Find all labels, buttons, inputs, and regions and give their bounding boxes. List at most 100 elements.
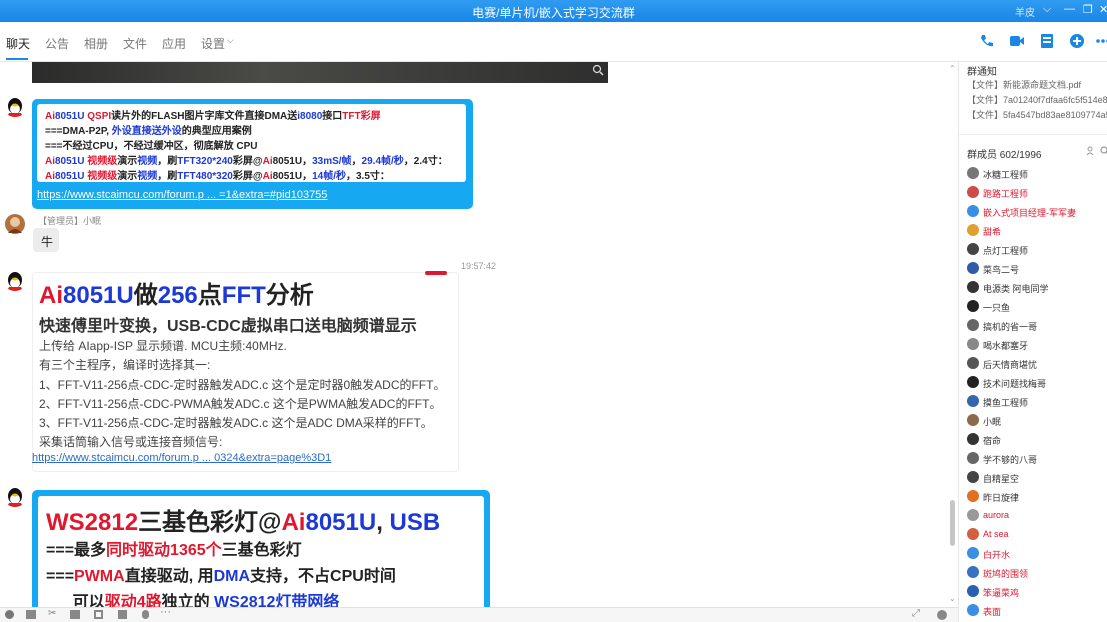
member-avatar xyxy=(967,528,979,540)
screen-share-icon[interactable] xyxy=(1038,32,1056,50)
member-item[interactable]: 表面 xyxy=(967,603,1107,620)
member-item[interactable]: 喝水都塞牙 xyxy=(967,337,1107,354)
gif-icon[interactable] xyxy=(26,610,36,619)
member-avatar xyxy=(967,281,979,293)
zoom-icon[interactable] xyxy=(592,64,604,76)
text-segment: 视频级 xyxy=(87,156,118,167)
tab-album[interactable]: 相册 xyxy=(84,35,108,52)
text-segment: ，刷 xyxy=(157,156,178,167)
member-item[interactable]: 甜希 xyxy=(967,223,1107,240)
chat-scrollbar[interactable]: ⌃ ⌄ xyxy=(948,62,958,607)
expand-icon[interactable]: ⤢ xyxy=(912,608,920,619)
member-item[interactable]: 技术问题找梅哥 xyxy=(967,375,1107,392)
fft-body-line: 有三个主程序，编译时选择其一: xyxy=(39,358,211,372)
image-message-partial[interactable] xyxy=(32,62,608,83)
scroll-up-icon[interactable]: ⌃ xyxy=(949,64,956,73)
tab-chat[interactable]: 聊天 xyxy=(6,35,30,52)
member-name: 甜希 xyxy=(983,227,1002,237)
text-segment: 8051U， xyxy=(272,171,313,182)
restore-icon[interactable]: ❐ xyxy=(1083,3,1093,16)
scrollbar-thumb[interactable] xyxy=(950,500,955,546)
member-item[interactable]: 冰糖工程师 xyxy=(967,166,1107,183)
member-item[interactable]: 跑路工程师 xyxy=(967,185,1107,202)
member-item[interactable]: 搞机的省一哥 xyxy=(967,318,1107,335)
image-message[interactable]: Ai8051U做256点FFT分析 快速傅里叶变换，USB-CDC虚拟串口送电脑… xyxy=(32,271,459,472)
message-bubble[interactable]: Ai8051U QSPI读片外的FLASH图片字库文件直接DMA送i8080接口… xyxy=(32,99,473,209)
emoji-icon[interactable] xyxy=(5,610,14,619)
scroll-down-icon[interactable]: ⌄ xyxy=(949,594,956,603)
promo-line: ===DMA-P2P, 外设直接送外设的典型应用案例 xyxy=(45,122,252,137)
member-item[interactable]: 点灯工程师 xyxy=(967,242,1107,259)
member-avatar xyxy=(967,243,979,255)
file-item[interactable]: 【文件】5fa4547bd83ae8109774a58d... xyxy=(967,108,1107,121)
chevron-down-icon[interactable]: ⌵ xyxy=(227,35,234,46)
member-item[interactable]: 菜鸟二号 xyxy=(967,261,1107,278)
tab-apps[interactable]: 应用 xyxy=(162,35,186,52)
member-item[interactable]: 自精星空 xyxy=(967,470,1107,487)
member-item[interactable]: 昨日旋律 xyxy=(967,489,1107,506)
text-segment: Ai xyxy=(45,156,55,167)
avatar[interactable] xyxy=(4,213,26,235)
member-avatar xyxy=(967,376,979,388)
avatar[interactable] xyxy=(4,96,26,118)
promo-line: ===不经过CPU，不经过缓冲区，彻底解放 CPU xyxy=(45,137,258,152)
search-icon[interactable] xyxy=(1100,146,1107,156)
tab-notice[interactable]: 公告 xyxy=(45,35,69,52)
notice-title: 群通知 xyxy=(967,67,997,78)
tab-settings[interactable]: 设置 xyxy=(201,35,225,52)
file-item[interactable]: 【文件】7a01240f7dfaa6fc5f514e8b5... xyxy=(967,93,1107,106)
member-item[interactable]: 宿命 xyxy=(967,432,1107,449)
avatar[interactable] xyxy=(4,270,26,292)
member-item[interactable]: 嵌入式项目经理-军军妻 xyxy=(967,204,1107,221)
member-item[interactable]: 后天情商堪忧 xyxy=(967,356,1107,373)
chevron-down-icon[interactable]: ⌵ xyxy=(1043,3,1051,16)
member-item[interactable]: 白开水 xyxy=(967,546,1107,563)
video-call-icon[interactable] xyxy=(1008,32,1026,50)
member-item[interactable]: 笨逼菜鸡 xyxy=(967,584,1107,601)
add-icon[interactable] xyxy=(1068,32,1086,50)
member-avatar xyxy=(967,471,979,483)
member-item[interactable]: 斑鸠的围领 xyxy=(967,565,1107,582)
phone-icon[interactable] xyxy=(978,32,996,50)
message-bubble[interactable]: WS2812三基色彩灯@Ai8051U, USB ===最多同时驱动1365个三基… xyxy=(32,490,490,607)
member-item[interactable]: aurora xyxy=(967,508,1107,525)
message-text: 牛 xyxy=(41,235,54,249)
chat-area[interactable]: Ai8051U QSPI读片外的FLASH图片字库文件直接DMA送i8080接口… xyxy=(0,62,958,607)
member-name: 小眠 xyxy=(983,417,1002,427)
text-segment: ===DMA-P2P, xyxy=(45,126,112,137)
member-name: At sea xyxy=(983,529,1009,539)
text-segment: 8051U， xyxy=(272,156,313,167)
member-avatar xyxy=(967,395,979,407)
member-item[interactable]: 一只鱼 xyxy=(967,299,1107,316)
more-tools-icon[interactable]: ··· xyxy=(160,606,171,618)
tab-files[interactable]: 文件 xyxy=(123,35,147,52)
text-segment: 接口 xyxy=(322,111,343,122)
add-member-icon[interactable] xyxy=(1086,146,1096,156)
message-bubble[interactable]: 牛 xyxy=(33,228,59,252)
member-item[interactable]: 电源类 阿电同学 xyxy=(967,280,1107,297)
text-segment: 驱动4路 xyxy=(104,594,162,607)
folder-icon[interactable] xyxy=(70,610,80,619)
image-icon[interactable] xyxy=(94,610,103,619)
minimize-icon[interactable]: — xyxy=(1064,3,1075,15)
member-item[interactable]: At sea xyxy=(967,527,1107,544)
text-segment: 的典型应用案例 xyxy=(181,126,252,137)
more-icon[interactable] xyxy=(1094,32,1107,50)
close-icon[interactable]: ✕ xyxy=(1099,3,1107,16)
history-icon[interactable] xyxy=(937,610,947,620)
file-item[interactable]: 【文件】新能源命题文档.pdf xyxy=(967,78,1081,91)
member-name: 宿命 xyxy=(983,436,1002,446)
fft-subtitle: 快速傅里叶变换，USB-CDC虚拟串口送电脑频谱显示 xyxy=(39,318,417,335)
text-segment: 可以 xyxy=(46,594,105,607)
text-segment: === xyxy=(46,568,75,585)
text-segment: ，2.4寸： xyxy=(403,156,448,167)
member-item[interactable]: 小眠 xyxy=(967,413,1107,430)
red-packet-icon[interactable] xyxy=(118,610,127,619)
member-item[interactable]: 学不够的八哥 xyxy=(967,451,1107,468)
forum-link[interactable]: https://www.stcaimcu.com/forum.p ... 032… xyxy=(32,452,331,464)
avatar[interactable] xyxy=(4,486,26,508)
voice-icon[interactable] xyxy=(142,610,149,619)
member-item[interactable]: 摸鱼工程师 xyxy=(967,394,1107,411)
forum-link[interactable]: https://www.stcaimcu.com/forum.p ... =1&… xyxy=(37,189,327,201)
screenshot-icon[interactable]: ✂ xyxy=(48,608,56,619)
